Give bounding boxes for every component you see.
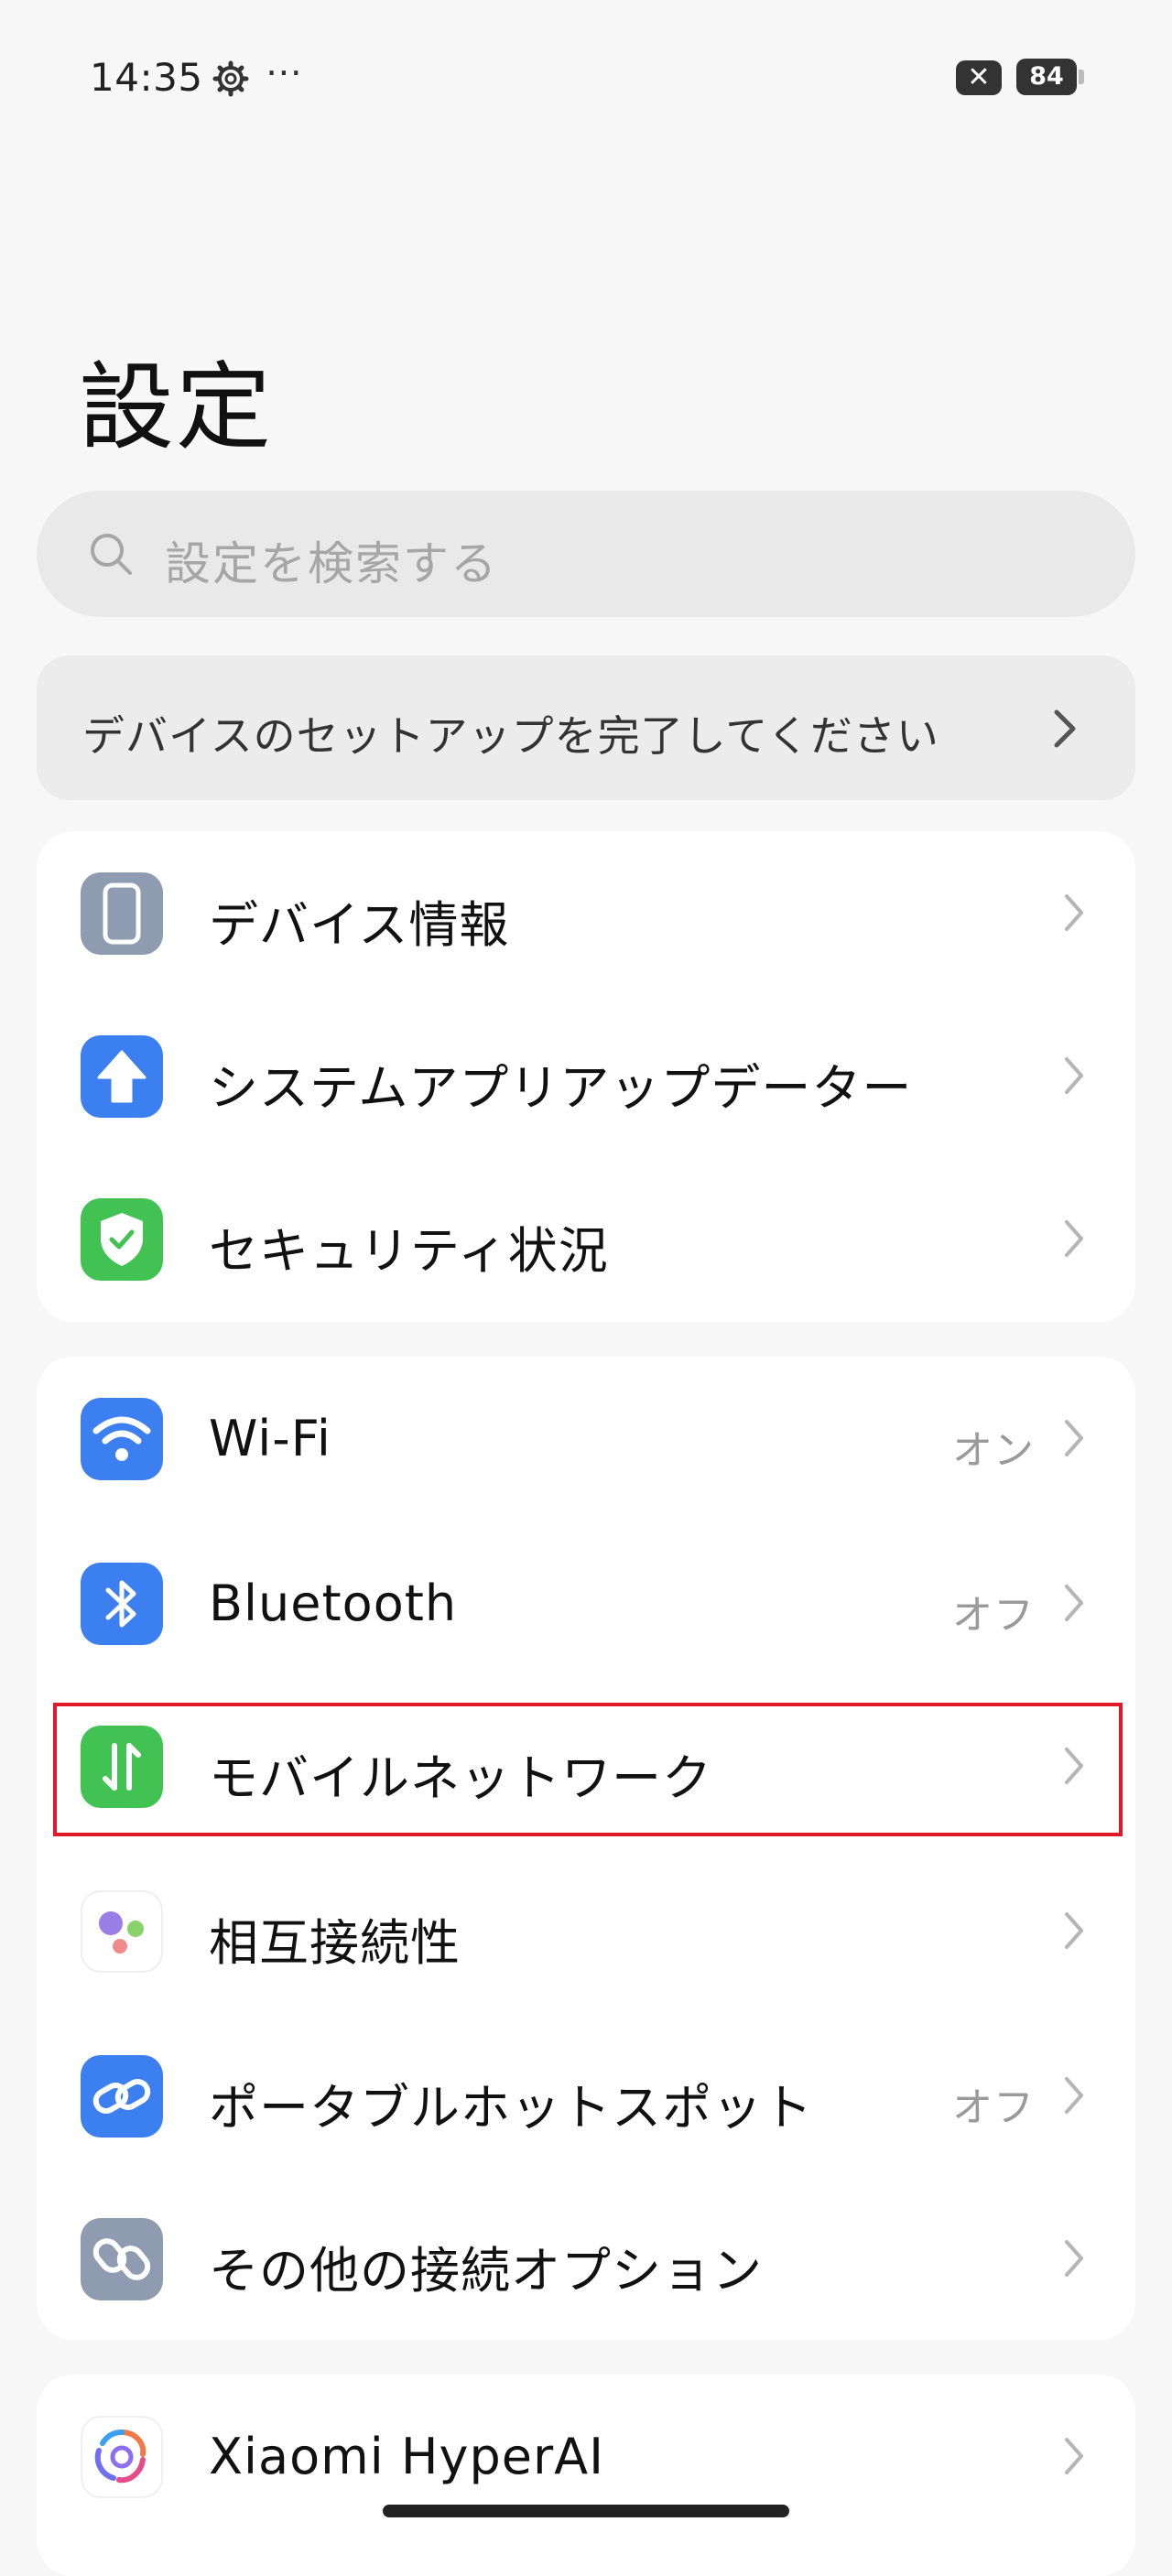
settings-item-label: Bluetooth [209,1575,458,1632]
more-notifications-icon: ⋯ [266,51,304,93]
chevron-right-icon [1062,1910,1086,1952]
interconnectivity-icon [81,1890,163,1973]
settings-group-connectivity: Wi-Fi オン Bluetooth オフ モバイルネットワーク 相互接続性 ポ… [37,1357,1135,2340]
wifi-icon [81,1398,163,1480]
hotspot-link-icon [81,2055,163,2138]
gear-icon [212,60,249,97]
settings-item-value: オフ [952,1592,1035,1639]
chevron-right-icon [1062,1218,1086,1260]
chevron-right-icon [1062,2237,1086,2279]
chevron-right-icon [1062,1417,1086,1459]
settings-item-system-app-updater[interactable]: システムアプリアップデーター [37,994,1135,1159]
battery-level: 84 [1016,59,1077,95]
highlight-box [53,1703,1123,1836]
settings-item-security-status[interactable]: セキュリティ状況 [37,1157,1135,1322]
home-indicator[interactable] [383,2505,789,2517]
chevron-right-icon [1062,2074,1086,2116]
setup-banner-text: デバイスのセットアップを完了してください [82,711,939,761]
settings-item-label: その他の接続オプション [209,2242,763,2300]
chevron-right-icon [1062,1055,1086,1097]
status-time: 14:35 [90,55,203,100]
settings-item-device-info[interactable]: デバイス情報 [37,831,1135,996]
settings-item-other-connection-options[interactable]: その他の接続オプション [37,2177,1135,2342]
settings-item-label: Wi-Fi [209,1410,331,1467]
settings-item-portable-hotspot[interactable]: ポータブルホットスポット オフ [37,2014,1135,2179]
settings-item-wifi[interactable]: Wi-Fi オン [37,1357,1135,1521]
bluetooth-icon [81,1563,163,1645]
search-placeholder: 設定を検索する [165,537,498,590]
settings-group-ai: Xiaomi HyperAI [37,2375,1135,2576]
page-title: 設定 [79,352,274,463]
search-icon [86,529,137,580]
settings-group-device: デバイス情報 システムアプリアップデーター セキュリティ状況 [37,831,1135,1322]
connection-options-icon [81,2218,163,2300]
settings-item-label: セキュリティ状況 [209,1222,609,1280]
search-input[interactable]: 設定を検索する [37,491,1135,617]
settings-item-label: 相互接続性 [209,1914,461,1972]
chevron-right-icon [1062,892,1086,934]
settings-item-value: オン [952,1427,1035,1474]
upload-arrow-icon [81,1035,163,1118]
status-bar: 14:35 ⋯ ✕ 84 [0,0,1172,156]
device-info-icon [81,872,163,955]
chevron-right-icon [1062,1582,1086,1624]
settings-item-bluetooth[interactable]: Bluetooth オフ [37,1521,1135,1686]
chevron-right-icon [1062,2435,1086,2477]
settings-item-interconnectivity[interactable]: 相互接続性 [37,1849,1135,2014]
settings-item-label: Xiaomi HyperAI [209,2428,605,2485]
shield-check-icon [81,1198,163,1281]
hyperai-icon [81,2416,163,2498]
device-setup-banner[interactable]: デバイスのセットアップを完了してください [37,655,1135,800]
settings-item-label: デバイス情報 [209,896,510,954]
chevron-right-icon [1051,707,1079,751]
settings-item-label: システムアプリアップデーター [209,1059,913,1117]
settings-item-value: オフ [952,2084,1035,2131]
settings-item-label: ポータブルホットスポット [209,2079,813,2137]
no-signal-badge: ✕ [956,60,1002,95]
battery-tip [1079,70,1084,84]
